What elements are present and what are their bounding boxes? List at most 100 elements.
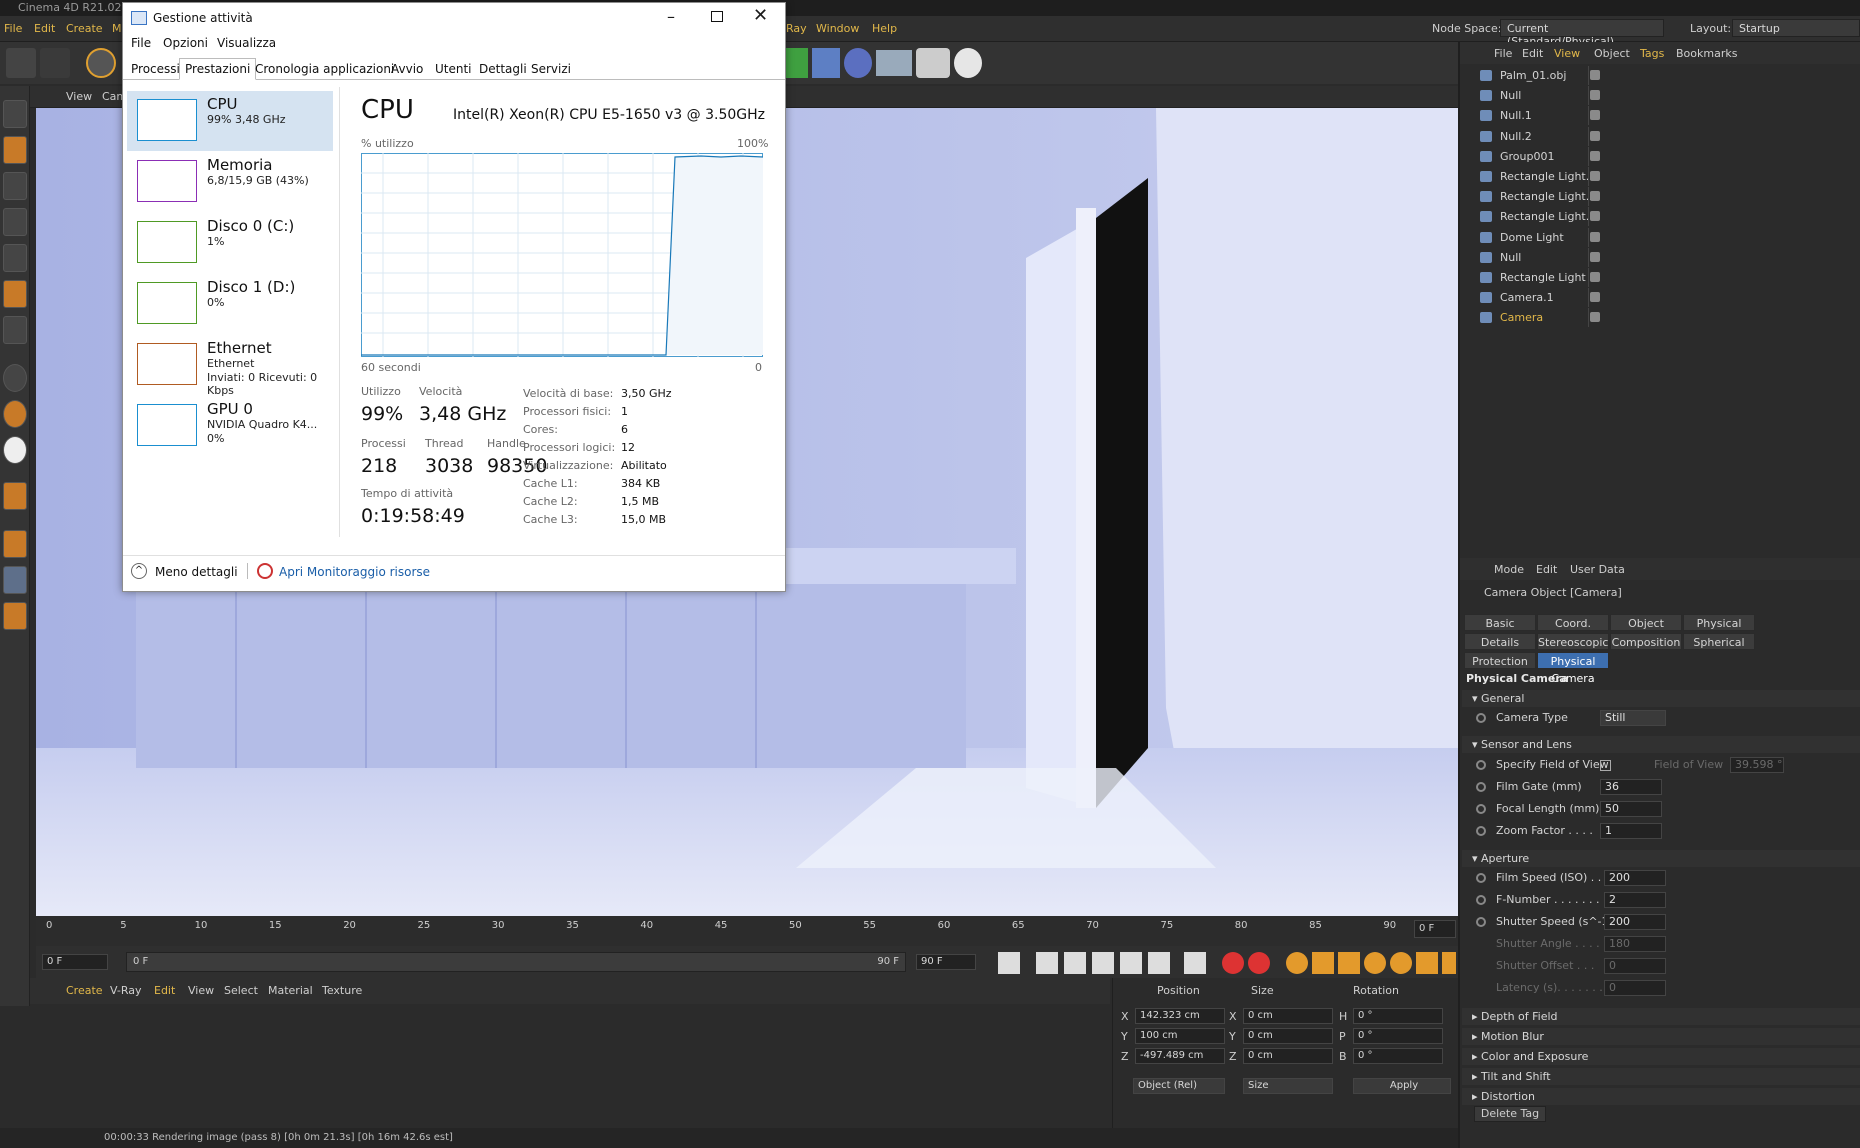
shutter-angle-field[interactable]: 180 xyxy=(1604,936,1666,952)
object-row[interactable]: Rectangle Light.1 xyxy=(1462,207,1860,227)
grid-icon[interactable] xyxy=(3,566,27,594)
record-icon[interactable] xyxy=(1222,952,1244,974)
attr-tab[interactable]: Details xyxy=(1464,633,1536,650)
tm-menu-file[interactable]: File xyxy=(131,36,151,50)
object-row[interactable]: Palm_01.obj xyxy=(1462,66,1860,85)
material-menu-vray[interactable]: V-Ray xyxy=(110,984,142,997)
rotation-p-field[interactable]: 0 ° xyxy=(1353,1028,1443,1044)
resource-item[interactable]: Disco 1 (D:) 0% xyxy=(127,274,333,334)
prev-frame-icon[interactable] xyxy=(1064,952,1086,974)
dof-section[interactable]: ▸ Depth of Field xyxy=(1462,1008,1860,1025)
next-key-icon[interactable] xyxy=(1148,952,1170,974)
zoom-factor-field[interactable]: 1 xyxy=(1600,823,1662,839)
am-menu-userdata[interactable]: User Data xyxy=(1570,563,1625,576)
select-tool-icon[interactable] xyxy=(86,48,116,78)
param-key-icon[interactable] xyxy=(1390,952,1412,974)
material-menu-select[interactable]: Select xyxy=(224,984,258,997)
om-menu-object[interactable]: Object xyxy=(1594,47,1630,60)
size-mode-select[interactable]: Size xyxy=(1243,1078,1333,1094)
goto-end-icon[interactable] xyxy=(1184,952,1206,974)
goto-start-icon[interactable] xyxy=(998,952,1020,974)
tab-performance[interactable]: Prestazioni xyxy=(179,58,257,80)
polygons-mode-icon[interactable] xyxy=(3,280,27,308)
tilt-shift-section[interactable]: ▸ Tilt and Shift xyxy=(1462,1068,1860,1085)
tab-processes[interactable]: Processi xyxy=(125,58,186,80)
am-menu-edit[interactable]: Edit xyxy=(1536,563,1557,576)
points-mode-icon[interactable] xyxy=(3,208,27,236)
workplane-icon[interactable] xyxy=(3,530,27,558)
snap-2-icon[interactable] xyxy=(3,400,27,428)
floor-icon[interactable] xyxy=(876,50,912,76)
resource-item[interactable]: Ethernet Ethernet Inviati: 0 Ricevuti: 0 K… xyxy=(127,335,333,397)
start-frame-field[interactable]: 0 F xyxy=(42,954,108,970)
coord-mode-select[interactable]: Object (Rel) xyxy=(1133,1078,1225,1094)
apply-button[interactable]: Apply xyxy=(1353,1078,1451,1094)
material-menu-create[interactable]: Create xyxy=(66,984,103,997)
move-key-icon[interactable] xyxy=(1312,952,1334,974)
visibility-icon[interactable] xyxy=(1590,312,1600,323)
undo-icon[interactable] xyxy=(6,48,36,78)
menu-edit[interactable]: Edit xyxy=(34,22,55,35)
cube-green-icon[interactable] xyxy=(786,48,808,78)
attr-tab[interactable]: Spherical xyxy=(1683,633,1755,650)
close-icon[interactable]: ✕ xyxy=(753,5,768,26)
tab-app-history[interactable]: Cronologia applicazioni xyxy=(249,58,400,80)
size-z-field[interactable]: 0 cm xyxy=(1243,1048,1333,1064)
object-row[interactable]: Group001 xyxy=(1462,146,1860,166)
shutter-offset-field[interactable]: 0 xyxy=(1604,958,1666,974)
visibility-icon[interactable] xyxy=(1590,191,1600,202)
object-row[interactable]: Camera xyxy=(1462,308,1860,328)
film-gate-field[interactable]: 36 xyxy=(1600,779,1662,795)
visibility-icon[interactable] xyxy=(1590,251,1600,262)
tm-menu-view[interactable]: Visualizza xyxy=(217,36,276,50)
material-menu-view[interactable]: View xyxy=(188,984,214,997)
autokey-icon[interactable] xyxy=(1248,952,1270,974)
redo-icon[interactable] xyxy=(40,48,70,78)
chevron-up-icon[interactable]: ^ xyxy=(131,563,147,579)
attr-tab[interactable]: Physical xyxy=(1683,614,1755,631)
camera-icon[interactable] xyxy=(916,48,950,78)
color-exposure-section[interactable]: ▸ Color and Exposure xyxy=(1462,1048,1860,1065)
visibility-icon[interactable] xyxy=(1590,70,1600,80)
attr-tab[interactable]: Stereoscopic xyxy=(1537,633,1609,650)
general-section[interactable]: ▾ General xyxy=(1462,690,1860,707)
om-menu-file[interactable]: File xyxy=(1494,47,1512,60)
node-space-select[interactable]: Current (Standard/Physical) xyxy=(1500,19,1664,48)
visibility-icon[interactable] xyxy=(1590,130,1600,141)
attr-tab[interactable]: Protection xyxy=(1464,652,1536,669)
fewer-details-link[interactable]: Meno dettagli xyxy=(155,565,238,579)
tab-startup[interactable]: Avvio xyxy=(385,58,429,80)
om-menu-edit[interactable]: Edit xyxy=(1522,47,1543,60)
snap-3-icon[interactable] xyxy=(3,436,27,464)
maximize-icon[interactable] xyxy=(711,11,723,22)
resource-item[interactable]: CPU 99% 3,48 GHz xyxy=(127,91,333,151)
object-row[interactable]: Camera.1 xyxy=(1462,288,1860,308)
attr-tab[interactable]: Coord. xyxy=(1537,614,1609,631)
prev-key-icon[interactable] xyxy=(1036,952,1058,974)
object-row[interactable]: Null.1 xyxy=(1462,106,1860,126)
edges-mode-icon[interactable] xyxy=(3,244,27,272)
delete-tag-button[interactable]: Delete Tag xyxy=(1474,1106,1546,1122)
size-x-field[interactable]: 0 cm xyxy=(1243,1008,1333,1024)
material-menu-edit[interactable]: Edit xyxy=(154,984,175,997)
grid-2-icon[interactable] xyxy=(3,602,27,630)
camera-type-select[interactable]: Still xyxy=(1600,710,1666,726)
iso-field[interactable]: 200 xyxy=(1604,870,1666,886)
menu-m[interactable]: M xyxy=(112,22,122,35)
pla-key-icon[interactable] xyxy=(1416,952,1438,974)
menu-window[interactable]: Window xyxy=(816,22,859,35)
tab-details[interactable]: Dettagli xyxy=(473,58,533,80)
axis-icon[interactable] xyxy=(3,316,27,344)
visibility-icon[interactable] xyxy=(1590,272,1600,282)
fnumber-field[interactable]: 2 xyxy=(1604,892,1666,908)
end-frame-field[interactable]: 90 F xyxy=(916,954,976,970)
sensor-lens-section[interactable]: ▾ Sensor and Lens xyxy=(1462,736,1860,753)
rotation-h-field[interactable]: 0 ° xyxy=(1353,1008,1443,1024)
resource-item[interactable]: GPU 0 NVIDIA Quadro K4... 0% xyxy=(127,396,333,456)
material-menu-material[interactable]: Material xyxy=(268,984,313,997)
object-row[interactable]: Rectangle Light xyxy=(1462,268,1860,287)
size-y-field[interactable]: 0 cm xyxy=(1243,1028,1333,1044)
position-x-field[interactable]: 142.323 cm xyxy=(1135,1008,1225,1024)
tm-menu-options[interactable]: Opzioni xyxy=(163,36,208,50)
timeline-ruler[interactable]: 0 5 10 15 20 25 30 35 40 45 50 55 60 65 70 75 80 85 90 0 F xyxy=(36,916,1458,946)
